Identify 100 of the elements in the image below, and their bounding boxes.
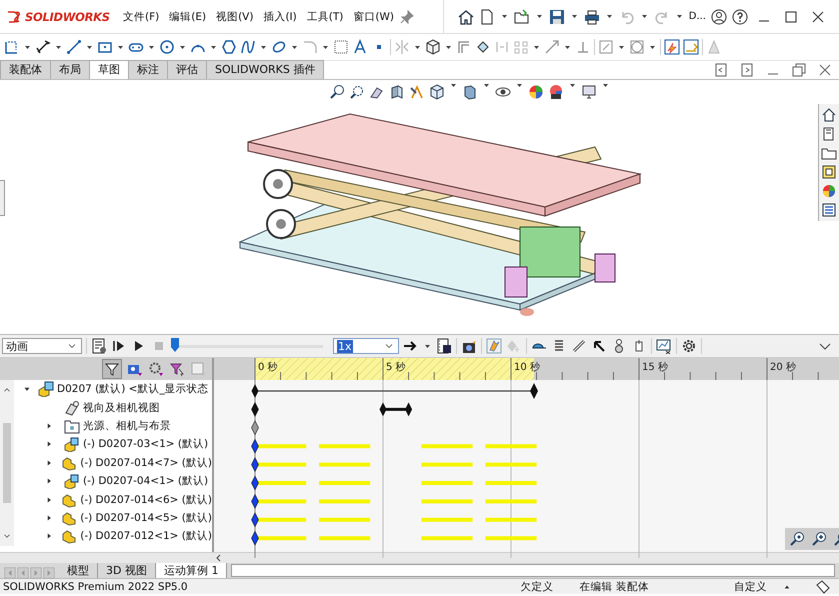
document-name[interactable]: D... — [688, 11, 706, 22]
properties-list-icon[interactable] — [821, 202, 837, 218]
dropdown-caret-icon[interactable] — [570, 84, 575, 87]
home-icon[interactable] — [821, 107, 837, 123]
tree-item-label[interactable]: 光源、相机与布景 — [83, 418, 171, 433]
units-status[interactable]: 自定义 — [734, 580, 767, 594]
dropdown-caret-icon[interactable] — [211, 46, 216, 48]
key-point[interactable] — [251, 475, 259, 491]
pin-icon[interactable] — [398, 8, 415, 24]
sketch-icon[interactable] — [4, 39, 20, 55]
filter-icon[interactable] — [104, 361, 120, 377]
menu-item[interactable]: 窗口(W) — [348, 10, 399, 24]
tree-item-label[interactable]: (-) D0207-04<1> (默认) — [83, 474, 208, 488]
tree-item-label[interactable]: (-) D0207-012<1> (默认) — [80, 529, 212, 544]
tree-item-label[interactable]: D0207 (默认) <默认_显示状态 — [57, 382, 209, 396]
restore-icon[interactable] — [791, 62, 807, 78]
tree-item-label[interactable]: (-) D0207-014<6> (默认) — [80, 492, 212, 507]
tile-right-icon[interactable] — [739, 62, 755, 78]
tree-item-label[interactable]: 视向及相机视图 — [83, 400, 160, 415]
palette-icon[interactable] — [821, 164, 837, 180]
dropdown-caret-icon[interactable] — [323, 46, 328, 48]
rapid-sketch-icon[interactable] — [664, 39, 680, 55]
scene-icon[interactable] — [548, 84, 564, 100]
wizard-icon[interactable] — [461, 338, 477, 354]
dropdown-caret-icon[interactable] — [619, 46, 624, 48]
save-icon[interactable] — [548, 8, 565, 24]
zoom-fit-icon[interactable] — [329, 84, 345, 100]
home-icon[interactable] — [458, 8, 474, 24]
menu-item[interactable]: 工具(T) — [302, 10, 348, 24]
dropdown-caret-icon[interactable] — [603, 84, 608, 87]
menu-item[interactable]: 编辑(E) — [164, 10, 212, 24]
duration-bar[interactable] — [252, 383, 538, 399]
key-point[interactable] — [251, 402, 259, 418]
panel-handle[interactable] — [0, 180, 5, 216]
scrollbar-thumb[interactable] — [3, 422, 11, 503]
dropdown-caret-icon[interactable] — [425, 344, 430, 348]
dropdown-caret-icon[interactable] — [642, 15, 647, 18]
playback-speed-dropdown[interactable]: 1x — [333, 338, 399, 354]
monitor-icon[interactable] — [581, 84, 597, 100]
help-icon[interactable] — [732, 8, 748, 24]
menu-item[interactable]: 文件(F) — [118, 10, 164, 24]
ribbon-tab[interactable]: 装配体 — [0, 60, 51, 79]
dropdown-caret-icon[interactable] — [25, 46, 30, 48]
tree-item-label[interactable]: (-) D0207-014<5> (默认) — [80, 510, 212, 525]
dropdown-caret-icon[interactable] — [149, 46, 154, 48]
open-folder-icon[interactable] — [514, 8, 530, 24]
instant2d-icon[interactable] — [683, 39, 699, 55]
save-animation-icon[interactable] — [436, 338, 452, 354]
tile-left-icon[interactable] — [713, 62, 729, 78]
dropdown-caret-icon[interactable] — [517, 84, 522, 87]
dropdown-caret-icon[interactable] — [446, 46, 451, 48]
dropdown-caret-icon[interactable] — [415, 46, 420, 48]
ribbon-tab[interactable]: 评估 — [167, 60, 207, 79]
tree-item-label[interactable]: (-) D0207-03<1> (默认) — [83, 437, 208, 452]
line-icon[interactable] — [66, 39, 82, 55]
key-range-bar[interactable] — [380, 402, 412, 416]
calculate-icon[interactable] — [91, 338, 107, 354]
dropdown-caret-icon[interactable] — [292, 46, 297, 48]
key-point[interactable] — [251, 438, 259, 454]
ribbon-tab[interactable]: SOLIDWORKS 插件 — [206, 60, 324, 79]
view-orientation-icon[interactable] — [429, 84, 445, 100]
key-point[interactable] — [251, 420, 259, 436]
settings-icon[interactable] — [681, 338, 697, 354]
dropdown-caret-icon[interactable] — [502, 15, 507, 18]
zoom-to-fit-icon[interactable] — [789, 531, 805, 547]
text-icon[interactable] — [352, 39, 368, 55]
timeline-slider[interactable] — [171, 338, 323, 354]
dropdown-caret-icon[interactable] — [676, 15, 682, 18]
section-view-icon[interactable] — [389, 84, 405, 100]
key-point[interactable] — [251, 512, 259, 528]
key-point[interactable] — [251, 494, 259, 510]
dropdown-caret-icon[interactable] — [565, 46, 570, 48]
appearance-icon[interactable] — [528, 84, 544, 100]
close-icon[interactable] — [817, 62, 833, 78]
dropdown-caret-icon[interactable] — [56, 46, 61, 48]
key-point[interactable] — [251, 456, 259, 472]
dynamic-annotation-icon[interactable] — [409, 84, 425, 100]
spline-icon[interactable] — [240, 39, 256, 55]
user-icon[interactable] — [711, 8, 727, 24]
results-icon[interactable] — [656, 338, 672, 354]
dimension-icon[interactable] — [35, 39, 51, 55]
appearance-icon[interactable] — [821, 183, 837, 199]
force-icon[interactable] — [591, 338, 607, 354]
dropdown-caret-icon[interactable] — [451, 84, 456, 87]
dropdown-caret-icon[interactable] — [572, 15, 577, 18]
dropdown-caret-icon[interactable] — [118, 46, 123, 48]
study-type-dropdown[interactable]: 动画 — [2, 338, 82, 354]
dropdown-caret-icon[interactable] — [484, 84, 489, 87]
filter-selected-icon[interactable] — [169, 361, 185, 377]
display-style-icon[interactable] — [462, 84, 478, 100]
dropdown-caret-icon[interactable] — [606, 15, 612, 18]
dropdown-caret-icon[interactable] — [87, 46, 92, 48]
circle-icon[interactable] — [159, 39, 175, 55]
dropdown-caret-icon[interactable] — [180, 46, 185, 48]
dropdown-caret-icon[interactable] — [650, 46, 655, 48]
menu-item[interactable]: 插入(I) — [258, 10, 302, 24]
key-point[interactable] — [251, 530, 259, 546]
print-icon[interactable] — [584, 8, 600, 24]
menu-item[interactable]: 视图(V) — [211, 10, 258, 24]
dropdown-caret-icon[interactable] — [534, 46, 539, 48]
